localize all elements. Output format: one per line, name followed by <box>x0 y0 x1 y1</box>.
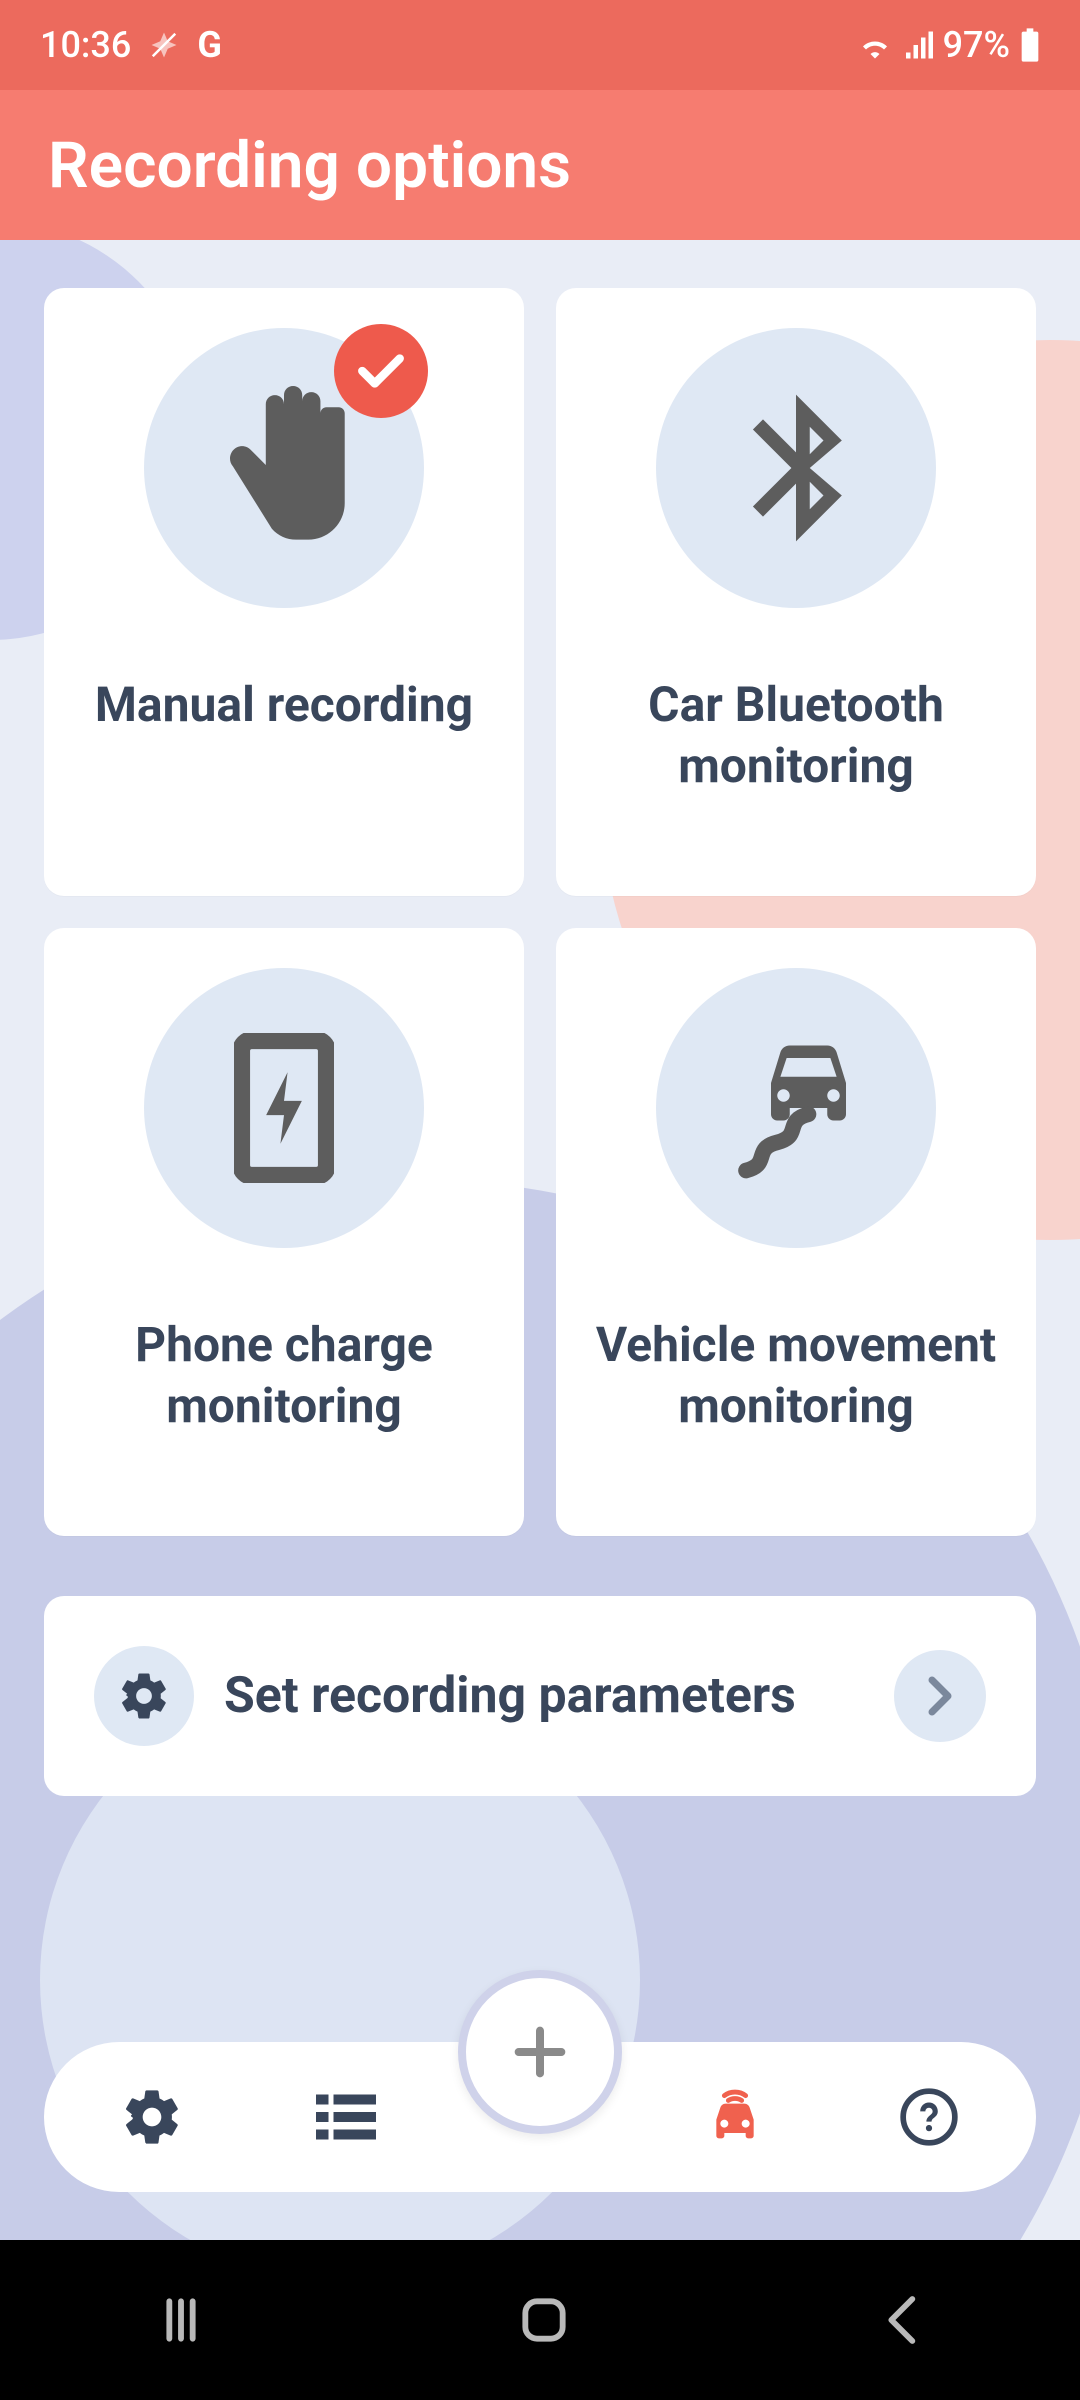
card-set-recording-parameters[interactable]: Set recording parameters <box>44 1596 1036 1796</box>
card-label: Manual recording <box>75 674 493 735</box>
selected-check-icon <box>334 324 428 418</box>
icon-circle <box>144 968 424 1248</box>
nav-list-button[interactable] <box>316 2093 376 2141</box>
phone-charge-icon <box>234 1033 334 1183</box>
sys-recents-button[interactable] <box>153 2292 209 2348</box>
status-time: 10:36 <box>40 24 131 66</box>
status-bar: 10:36 G 97% <box>0 0 1080 90</box>
battery-icon <box>1020 28 1040 62</box>
nav-settings-button[interactable] <box>120 2085 184 2149</box>
vehicle-skid-icon <box>721 1033 871 1183</box>
nav-car-button[interactable] <box>703 2085 767 2149</box>
signal-icon <box>903 31 933 59</box>
icon-circle <box>144 328 424 608</box>
page-title: Recording options <box>48 128 571 203</box>
hand-icon <box>209 383 359 553</box>
system-nav-bar <box>0 2240 1080 2400</box>
icon-circle <box>656 968 936 1248</box>
parameters-label: Set recording parameters <box>224 1666 796 1726</box>
card-bluetooth-monitoring[interactable]: Car Bluetooth monitoring <box>556 288 1036 896</box>
icon-circle <box>656 328 936 608</box>
wifi-icon <box>857 31 893 59</box>
bluetooth-icon <box>741 393 851 543</box>
sys-back-button[interactable] <box>879 2292 927 2348</box>
fab-add-button[interactable] <box>458 1970 622 2134</box>
chevron-right-icon <box>894 1650 986 1742</box>
card-vehicle-movement-monitoring[interactable]: Vehicle movement monitoring <box>556 928 1036 1536</box>
card-label: Vehicle movement monitoring <box>556 1314 1036 1437</box>
card-phone-charge-monitoring[interactable]: Phone charge monitoring <box>44 928 524 1536</box>
status-battery-text: 97% <box>943 24 1010 66</box>
nav-help-button[interactable] <box>898 2086 960 2148</box>
location-off-icon <box>149 30 179 60</box>
card-label: Car Bluetooth monitoring <box>556 674 1036 797</box>
plus-icon <box>508 2020 572 2084</box>
google-icon: G <box>197 24 222 66</box>
page-header: Recording options <box>0 90 1080 240</box>
card-manual-recording[interactable]: Manual recording <box>44 288 524 896</box>
sys-home-button[interactable] <box>516 2292 572 2348</box>
gear-icon <box>94 1646 194 1746</box>
card-label: Phone charge monitoring <box>44 1314 524 1437</box>
